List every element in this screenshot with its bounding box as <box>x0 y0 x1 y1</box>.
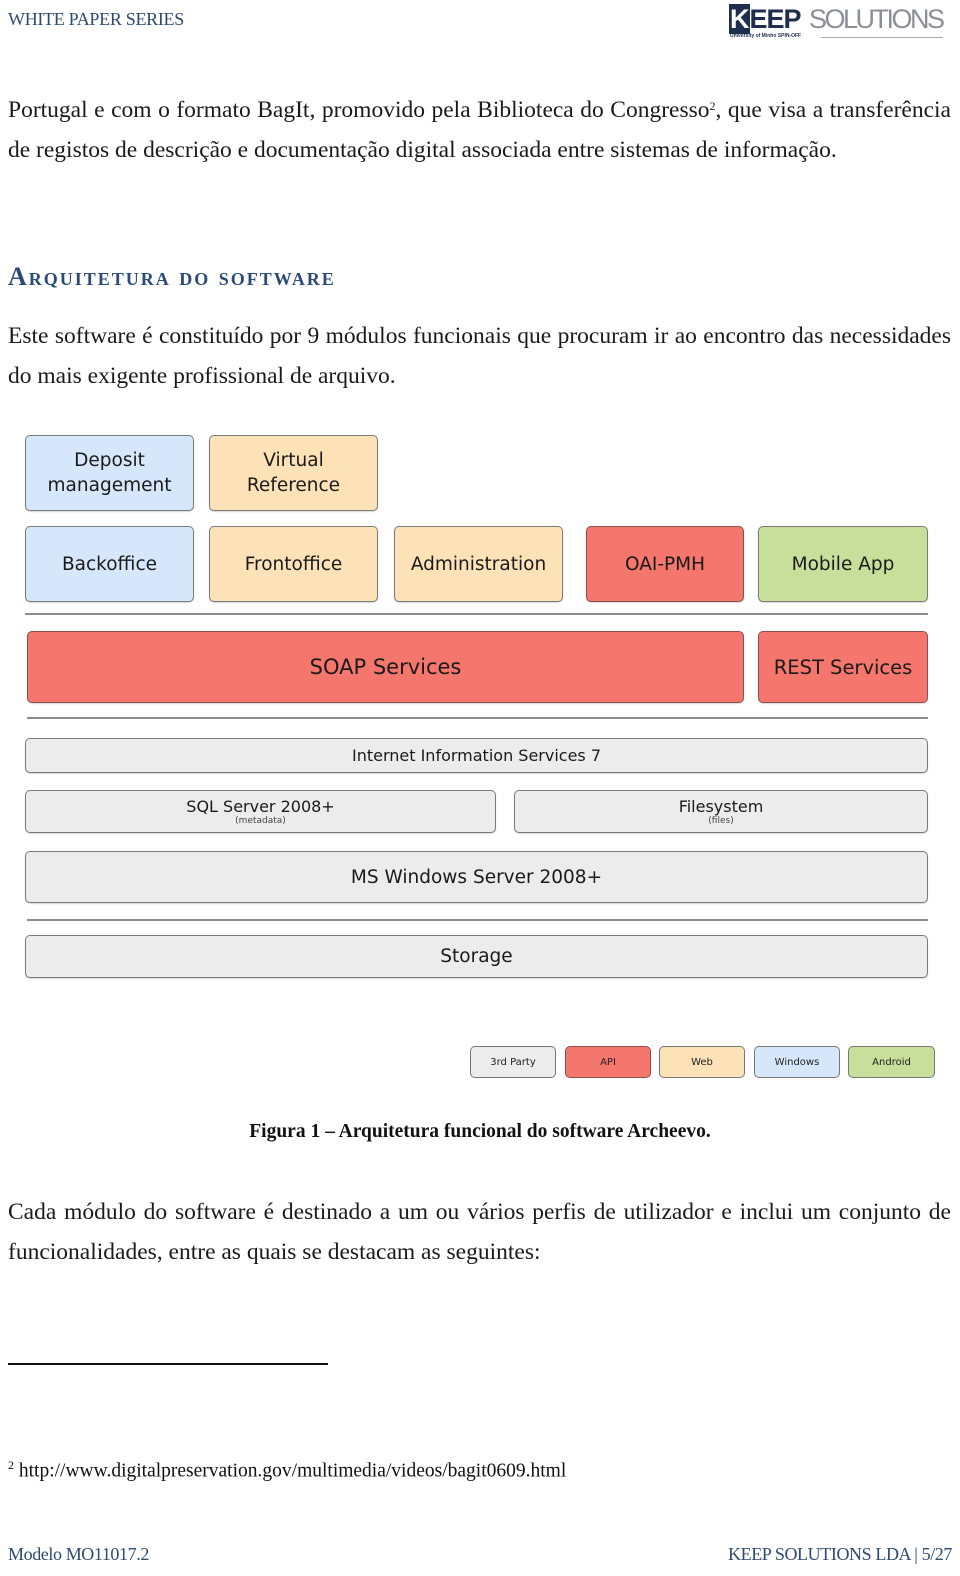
legend-web: Web <box>659 1046 745 1078</box>
filesystem-layer: Filesystem (files) <box>514 790 928 833</box>
intro-paragraph: Portugal e com o formato BagIt, promovid… <box>8 90 951 170</box>
services-label: REST Services <box>773 655 913 679</box>
module-label: management <box>47 475 172 496</box>
logo-tagline: University of Minho SPIN-OFF <box>730 33 802 39</box>
legend-android: Android <box>848 1046 935 1078</box>
footnote-ref[interactable]: 2 <box>710 99 716 113</box>
sql-server-layer: SQL Server 2008+ (metadata) <box>25 790 496 833</box>
logo-solutions-text: SOLUTIONS <box>809 4 945 34</box>
footer-model: Modelo MO11017.2 <box>8 1544 149 1564</box>
legend-label: Windows <box>774 1056 820 1068</box>
section-heading: Arquitetura do software <box>8 262 336 291</box>
module-deposit-management: Deposit management <box>25 435 194 511</box>
modules-paragraph: Cada módulo do software é destinado a um… <box>8 1199 951 1265</box>
footnote-number: 2 <box>8 1458 14 1472</box>
soap-services-layer: SOAP Services <box>27 631 744 703</box>
legend-label: API <box>600 1056 616 1068</box>
footnote: 2 http://www.digitalpreservation.gov/mul… <box>8 1458 566 1483</box>
module-mobile-app: Mobile App <box>758 526 928 602</box>
module-label: Virtual <box>263 450 324 471</box>
module-oai-pmh: OAI-PMH <box>586 526 744 602</box>
legend-3rd-party: 3rd Party <box>470 1046 556 1078</box>
footnote-rule <box>8 1363 328 1365</box>
module-administration: Administration <box>394 526 563 602</box>
infra-label: Filesystem <box>678 796 764 816</box>
infra-label: Internet Information Services 7 <box>351 746 602 765</box>
module-virtual-reference: Virtual Reference <box>209 435 378 511</box>
module-label: Reference <box>246 475 341 496</box>
storage-layer: Storage <box>25 935 928 978</box>
keep-solutions-logo: KEEP SOLUTIONS University of Minho SPIN-… <box>729 4 945 39</box>
infra-label: Storage <box>440 946 513 967</box>
footer-separator: | <box>914 1544 918 1564</box>
legend-api: API <box>565 1046 651 1078</box>
layer-separator <box>27 919 928 921</box>
layer-separator <box>27 717 928 719</box>
module-label: Mobile App <box>791 553 895 575</box>
footer-company-page: KEEP SOLUTIONS LDA | 5/27 <box>728 1544 952 1565</box>
iis-layer: Internet Information Services 7 <box>25 738 928 773</box>
services-label: SOAP Services <box>309 655 462 679</box>
rest-services-layer: REST Services <box>758 631 928 703</box>
module-label: OAI-PMH <box>624 553 706 575</box>
logo-keep-text: KEEP <box>729 4 802 34</box>
footer-company: KEEP SOLUTIONS LDA <box>728 1544 911 1564</box>
infra-label: MS Windows Server 2008+ <box>350 866 603 888</box>
module-label: Deposit <box>74 450 145 471</box>
module-label: Administration <box>410 553 547 575</box>
module-label: Backoffice <box>61 553 157 575</box>
module-backoffice: Backoffice <box>25 526 194 602</box>
footnote-link[interactable]: http://www.digitalpreservation.gov/multi… <box>19 1461 566 1482</box>
module-label: Frontoffice <box>244 553 343 575</box>
layer-separator <box>25 613 928 615</box>
page-number: 5/27 <box>921 1544 953 1564</box>
infra-label: SQL Server 2008+ <box>186 796 335 816</box>
section-paragraph: Este software é constituído por 9 módulo… <box>8 323 951 389</box>
legend-label: 3rd Party <box>490 1056 536 1068</box>
infra-sublabel: (files) <box>708 815 734 826</box>
windows-server-layer: MS Windows Server 2008+ <box>25 851 928 903</box>
legend-windows: Windows <box>754 1046 840 1078</box>
module-frontoffice: Frontoffice <box>209 526 378 602</box>
header-series-title: WHITE PAPER SERIES <box>8 9 184 29</box>
figure-caption: Figura 1 – Arquitetura funcional do soft… <box>249 1121 711 1142</box>
legend-label: Web <box>691 1056 713 1068</box>
logo-underline <box>821 37 943 38</box>
legend-label: Android <box>872 1056 911 1068</box>
intro-text: Portugal e com o formato BagIt, promovid… <box>8 97 710 123</box>
infra-sublabel: (metadata) <box>235 815 286 826</box>
